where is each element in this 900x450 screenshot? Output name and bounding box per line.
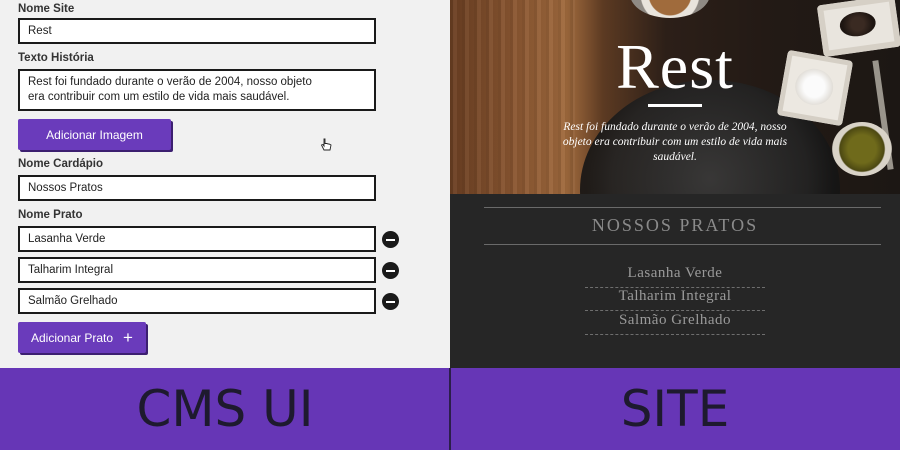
cms-ui-banner: CMS UI [0,368,450,450]
site-name-field[interactable]: Rest [18,18,376,44]
menu-top-rule [484,207,881,208]
menu-title: NOSSOS PRATOS [591,215,759,235]
dish-name-label: Nome Prato [18,209,83,221]
menu-name-label: Nome Cardápio [18,158,103,170]
menu-name-field[interactable]: Nossos Pratos [18,175,376,201]
story-textarea[interactable]: Rest foi fundado durante o verão de 2004… [18,69,376,111]
spice-bowl [630,0,710,18]
add-dish-button[interactable]: Adicionar Prato + [18,322,146,353]
minus-circle-icon[interactable] [382,262,399,279]
add-dish-label: Adicionar Prato [31,330,114,345]
site-banner: SITE [450,368,900,450]
menu-bottom-rule [484,244,881,245]
plus-icon: + [123,328,133,347]
dish-field[interactable]: Talharim Integral [18,257,376,283]
menu-dish: Salmão Grelhado [585,312,765,335]
site-story: Rest foi fundado durante o verão de 2004… [562,121,788,163]
site-name-label: Nome Site [18,3,75,15]
menu-dish: Talharim Integral [585,288,765,311]
minus-circle-icon[interactable] [382,231,399,248]
minus-circle-icon[interactable] [382,293,399,310]
banner-divider [449,368,451,450]
site-title: Rest [616,31,734,102]
oil-bowl [832,122,892,176]
dish-field[interactable]: Salmão Grelhado [18,288,376,314]
menu-dish: Lasanha Verde [585,265,765,288]
site-preview: Rest Rest foi fundado durante o verão de… [450,0,900,368]
add-image-button[interactable]: Adicionar Imagem [18,119,171,150]
hand-cursor-icon [320,138,332,157]
hero-image: Rest Rest foi fundado durante o verão de… [450,0,900,194]
dish-field[interactable]: Lasanha Verde [18,226,376,252]
cms-panel: Nome Site Rest Texto História Rest foi f… [0,0,450,368]
story-label: Texto História [18,52,94,64]
title-divider [648,104,702,107]
